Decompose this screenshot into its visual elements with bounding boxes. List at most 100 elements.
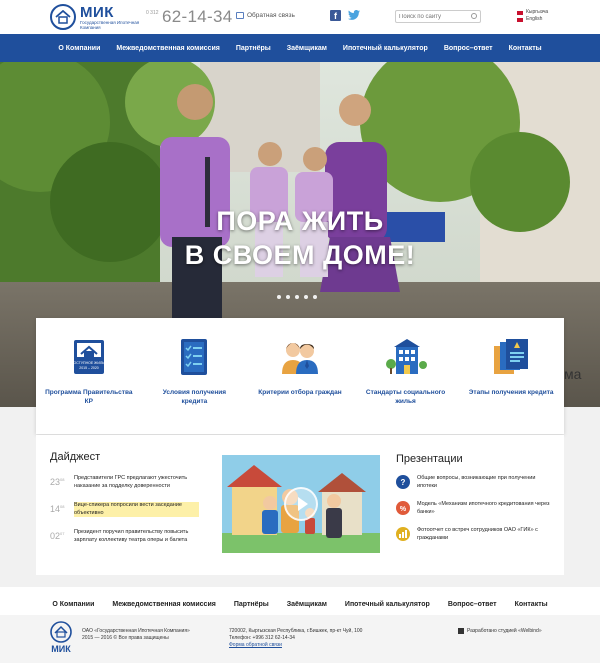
couple-icon [279,336,321,378]
checklist-icon [173,336,215,378]
digest-item[interactable]: 0207 Президент поручил правительству пов… [50,529,210,544]
video-player[interactable] [222,455,380,553]
svg-text:?: ? [401,478,406,487]
search-icon[interactable] [471,13,477,19]
footer-nav-faq[interactable]: Вопрос–ответ [439,601,506,608]
main-nav: О Компании Межведомственная комиссия Пар… [0,34,600,62]
svg-text:%: % [400,506,407,513]
nav-item-borrowers[interactable]: Заёмщикам [279,45,335,52]
phone-code: 0 312 [146,10,159,16]
uk-flag-icon [517,17,523,22]
lang-label: English [526,16,543,22]
logo[interactable]: МИК Государственная Ипотечная Компания [50,4,140,30]
date-day: 02 [50,531,61,541]
features-panel: ДОСТУПНОЕ ЖИЛЬЕ 2015 – 2020 Программа Пра… [36,318,564,434]
logo-house-icon [50,4,76,30]
page: МИК Государственная Ипотечная Компания 0… [0,0,600,663]
nav-item-company[interactable]: О Компании [50,45,108,52]
presentation-item[interactable]: Фотоотчет со встреч сотрудников ОАО «ГИК… [396,527,556,542]
feature-government-program[interactable]: ДОСТУПНОЕ ЖИЛЬЕ 2015 – 2020 Программа Пра… [44,336,134,434]
nav-item-partners[interactable]: Партнёры [228,45,279,52]
slider-dot[interactable] [304,295,308,299]
header: МИК Государственная Ипотечная Компания 0… [0,0,600,34]
chart-icon [396,527,410,541]
hero-title-line1: ПОРА ЖИТЬ [216,206,384,236]
footer-address: 720002, Кыргызская Республика, г.Бишкек,… [229,628,362,649]
icon-caption-2: 2015 – 2020 [79,366,99,370]
search-box [395,10,481,23]
play-icon[interactable] [284,487,318,521]
slider-dot[interactable] [295,295,299,299]
feature-social-housing-standards[interactable]: Стандарты социального жилья [361,336,451,434]
logo-title: МИК [80,4,114,21]
nav-item-calculator[interactable]: Ипотечный калькулятор [335,45,436,52]
phone-number: 62-14-34 [162,7,233,26]
presentation-item[interactable]: ? Общие вопросы, возникающие при получен… [396,475,556,490]
slider-dot[interactable] [286,295,290,299]
developer-text: Разработано студией «Welbind» [467,628,542,634]
feature-label: Стандарты социального жилья [365,389,446,405]
presentations-list: ? Общие вопросы, возникающие при получен… [396,475,556,553]
footer-logo[interactable]: МИК [48,621,74,659]
digest-date: 2308 [50,475,68,490]
footer-copyright: ОАО «Государственная Ипотечная Компания»… [82,628,190,642]
partial-text: ма [564,366,582,382]
footer: МИК ОАО «Государственная Ипотечная Компа… [0,615,600,663]
footer-nav-company[interactable]: О Компании [43,601,103,608]
feature-label: Программа Правительства КР [45,389,133,405]
digest-item[interactable]: 1408 Вице-спикера попросили вести заседа… [50,502,210,517]
question-icon: ? [396,475,410,489]
presentation-item[interactable]: % Модель «Механизм ипотечного кредитован… [396,501,556,516]
presentations-title: Презентации [396,453,463,465]
footer-nav-contacts[interactable]: Контакты [506,601,557,608]
footer-nav-borrowers[interactable]: Заёмщикам [278,601,336,608]
feature-label: Условия получения кредита [162,389,227,405]
feature-credit-conditions[interactable]: Условия получения кредита [149,336,239,434]
language-switcher: Кыргызча English [517,9,548,23]
date-month: 07 [60,531,65,536]
footer-nav-partners[interactable]: Партнёры [225,601,278,608]
digest-date: 0207 [50,529,68,544]
feature-selection-criteria[interactable]: Критерии отбора граждан [255,336,345,434]
footer-nav-calculator[interactable]: Ипотечный калькулятор [336,601,439,608]
facebook-icon[interactable]: f [330,10,341,21]
digest-list: 2308 Представители ГРС предлагают ужесто… [50,475,210,556]
lang-english[interactable]: English [517,16,548,23]
hero-title-line2: В СВОЕМ ДОМЕ! [184,240,416,270]
address-line: 720002, Кыргызская Республика, г.Бишкек,… [229,628,363,634]
callback-link[interactable]: Обратная связь [236,12,295,19]
nav-item-faq[interactable]: Вопрос–ответ [436,45,501,52]
callback-label: Обратная связь [247,12,295,19]
nav-item-commission[interactable]: Межведомственная комиссия [108,45,227,52]
percent-icon: % [396,501,410,515]
studio-logo-icon [458,628,464,634]
slider-dot[interactable] [313,295,317,299]
presentation-text: Фотоотчет со встреч сотрудников ОАО «ГИК… [417,527,538,541]
digest-headline: Представители ГРС предлагают ужесточить … [74,475,188,489]
developer-credit[interactable]: Разработано студией «Welbind» [458,628,542,634]
lang-label: Кыргызча [526,9,549,15]
twitter-icon[interactable] [348,10,360,21]
affordable-housing-icon: ДОСТУПНОЕ ЖИЛЬЕ 2015 – 2020 [68,336,110,378]
nav-item-contacts[interactable]: Контакты [501,45,550,52]
date-day: 14 [50,504,61,514]
feedback-form-link[interactable]: Форма обратной связи [229,642,362,649]
content-panel: Дайджест 2308 Представители ГРС предлага… [36,435,564,575]
digest-title: Дайджест [50,451,101,463]
digest-item[interactable]: 2308 Представители ГРС предлагают ужесто… [50,475,210,490]
kyrgyz-flag-icon [517,10,523,15]
slider-dot[interactable] [277,295,281,299]
copyright-line: ОАО «Государственная Ипотечная Компания» [82,628,190,634]
footer-logo-title: МИК [51,644,71,654]
footer-nav-commission[interactable]: Межведомственная комиссия [103,601,224,608]
feature-label: Этапы получения кредита [468,389,554,396]
feature-credit-stages[interactable]: Этапы получения кредита [466,336,556,434]
digest-headline: Вице-спикера попросили вести заседание о… [74,502,199,517]
search-input[interactable] [399,12,469,22]
logo-subtitle: Государственная Ипотечная Компания [80,20,140,30]
lang-kyrgyz[interactable]: Кыргызча [517,9,548,16]
icon-caption-1: ДОСТУПНОЕ ЖИЛЬЕ [71,361,107,365]
slider-dots [277,295,317,299]
date-day: 23 [50,477,61,487]
date-month: 08 [60,477,65,482]
